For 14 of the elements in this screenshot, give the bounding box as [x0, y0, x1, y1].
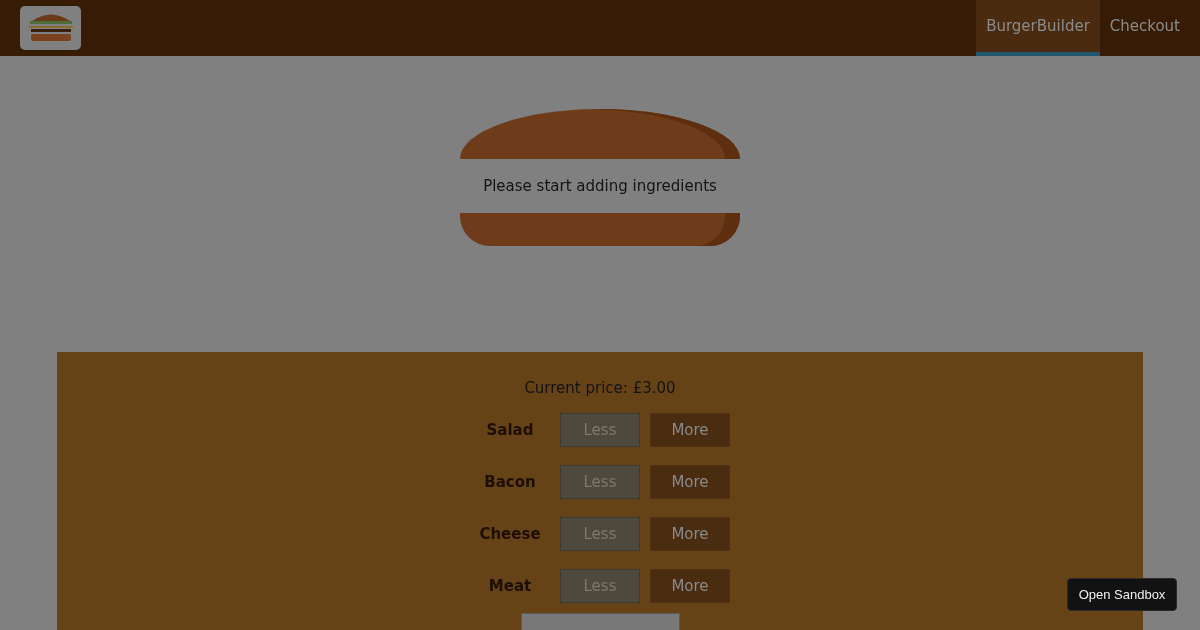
empty-burger-message: Please start adding ingredients — [482, 176, 718, 197]
nav-link[interactable]: Checkout — [1099, 0, 1190, 56]
current-price: Current price: £3.00 — [524, 379, 676, 397]
more-button[interactable]: More — [650, 413, 730, 447]
burger-icon — [27, 12, 74, 44]
ingredient-label: Cheese — [478, 525, 542, 543]
ingredient-label: Meat — [487, 577, 533, 595]
ingredient-label: Salad — [485, 421, 535, 439]
open-sandbox-button[interactable]: Open Sandbox — [1067, 578, 1177, 611]
more-button[interactable]: More — [650, 465, 730, 499]
more-button[interactable]: More — [650, 517, 730, 551]
ingredient-label: Bacon — [483, 473, 537, 491]
more-button[interactable]: More — [650, 569, 730, 603]
nav-link[interactable]: BurgerBuilder — [976, 0, 1100, 56]
